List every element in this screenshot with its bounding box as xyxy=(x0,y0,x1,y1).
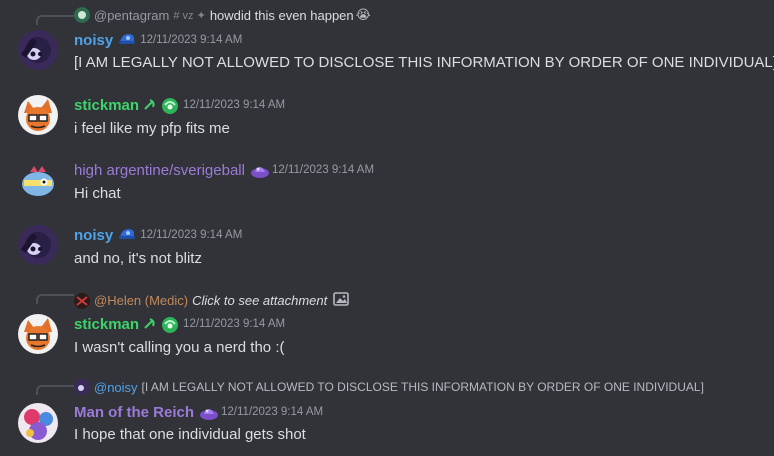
timestamp[interactable]: 12/11/2023 9:14 AM xyxy=(140,34,242,46)
avatar[interactable] xyxy=(18,225,58,265)
username[interactable]: stickman xyxy=(74,316,139,333)
username[interactable]: noisy xyxy=(74,227,113,244)
message-content: [I AM LEGALLY NOT ALLOWED TO DISCLOSE TH… xyxy=(74,54,774,71)
hammer-sickle-icon[interactable] xyxy=(142,98,156,112)
avatar[interactable] xyxy=(18,314,58,354)
reply-username[interactable]: @noisy xyxy=(94,380,138,395)
image-icon xyxy=(333,291,350,310)
reply-preview[interactable]: @pentagram # vz ✦ howdid this even happe… xyxy=(74,7,371,23)
message-content: i feel like my pfp fits me xyxy=(74,120,230,137)
reply-channel-tag: # vz ✦ xyxy=(173,9,206,22)
cap-badge-icon[interactable] xyxy=(118,226,136,244)
reply-text[interactable]: Click to see attachment xyxy=(192,293,327,308)
reply-spine xyxy=(36,385,74,395)
message-content: and no, it's not blitz xyxy=(74,250,202,267)
hammer-sickle-icon[interactable] xyxy=(142,317,156,331)
reply-username[interactable]: @pentagram xyxy=(94,8,169,23)
green-orb-icon[interactable] xyxy=(161,315,179,333)
username[interactable]: Man of the Reich xyxy=(74,404,194,421)
message-content: I hope that one individual gets shot xyxy=(74,426,306,443)
reply-username[interactable]: @Helen (Medic) xyxy=(94,293,188,308)
message-2: stickman 12/11/2023 9:14 AM i feel like … xyxy=(0,90,774,146)
avatar[interactable] xyxy=(18,160,58,200)
message-header: Man of the Reich 12/11/2023 9:14 AM xyxy=(74,403,323,421)
reply-preview[interactable]: @noisy [I AM LEGALLY NOT ALLOWED TO DISC… xyxy=(74,379,704,395)
message-header: noisy 12/11/2023 9:14 AM xyxy=(74,31,242,49)
message-6: @noisy [I AM LEGALLY NOT ALLOWED TO DISC… xyxy=(0,373,774,456)
reply-avatar[interactable] xyxy=(74,292,90,309)
timestamp[interactable]: 12/11/2023 9:14 AM xyxy=(183,318,285,330)
timestamp[interactable]: 12/11/2023 9:14 AM xyxy=(272,164,374,176)
message-4: noisy 12/11/2023 9:14 AM and no, it's no… xyxy=(0,220,774,276)
message-5: @Helen (Medic) Click to see attachment s… xyxy=(0,285,774,365)
message-header: stickman 12/11/2023 9:14 AM xyxy=(74,315,285,333)
timestamp[interactable]: 12/11/2023 9:14 AM xyxy=(221,406,323,418)
timestamp[interactable]: 12/11/2023 9:14 AM xyxy=(183,99,285,111)
purple-potion-icon[interactable] xyxy=(199,403,219,421)
timestamp[interactable]: 12/11/2023 9:14 AM xyxy=(140,229,242,241)
message-header: noisy 12/11/2023 9:14 AM xyxy=(74,226,242,244)
message-3: high argentine/sverigeball 12/11/2023 9:… xyxy=(0,155,774,211)
reply-avatar[interactable] xyxy=(74,7,90,23)
message-header: stickman 12/11/2023 9:14 AM xyxy=(74,96,285,114)
cap-badge-icon[interactable] xyxy=(118,31,136,49)
purple-potion-icon[interactable] xyxy=(250,161,269,179)
message-header: high argentine/sverigeball 12/11/2023 9:… xyxy=(74,161,374,179)
green-orb-icon[interactable] xyxy=(161,96,179,114)
message-1: @pentagram # vz ✦ howdid this even happe… xyxy=(0,0,774,80)
username[interactable]: noisy xyxy=(74,32,113,49)
avatar[interactable] xyxy=(18,403,58,443)
username[interactable]: high argentine/sverigeball xyxy=(74,162,245,179)
crying-emoji: 😭 xyxy=(355,7,371,22)
reply-text[interactable]: howdid this even happen xyxy=(210,8,354,23)
username[interactable]: stickman xyxy=(74,97,139,114)
reply-preview[interactable]: @Helen (Medic) Click to see attachment xyxy=(74,291,350,310)
avatar[interactable] xyxy=(18,30,58,70)
message-content: Hi chat xyxy=(74,185,121,202)
reply-avatar[interactable] xyxy=(74,379,90,395)
message-content: I wasn't calling you a nerd tho :( xyxy=(74,339,285,356)
reply-spine xyxy=(36,15,74,25)
avatar[interactable] xyxy=(18,95,58,135)
reply-text[interactable]: [I AM LEGALLY NOT ALLOWED TO DISCLOSE TH… xyxy=(142,380,704,394)
reply-spine xyxy=(36,294,74,304)
